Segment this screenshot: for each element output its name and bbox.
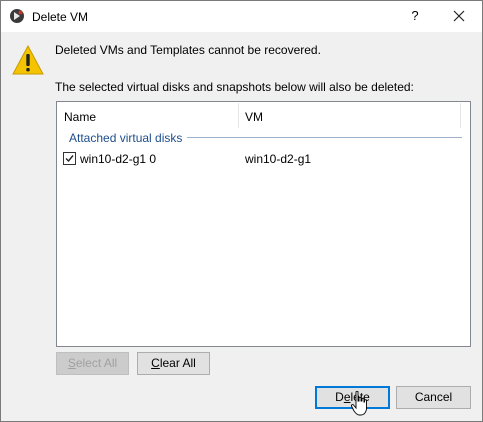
column-header-name[interactable]: Name: [64, 110, 96, 124]
virtual-disk-list[interactable]: Name VM Attached virtual disks win10-d2-…: [56, 101, 471, 347]
cancel-button[interactable]: Cancel: [396, 386, 471, 409]
app-icon: [10, 9, 24, 23]
group-divider: [187, 137, 462, 138]
clear-all-button[interactable]: Clear All: [137, 352, 210, 375]
group-label-attached-disks: Attached virtual disks: [69, 131, 183, 145]
list-item[interactable]: win10-d2-g1 0 win10-d2-g1: [57, 149, 470, 169]
warning-icon: [12, 45, 44, 75]
column-divider[interactable]: [238, 103, 239, 128]
info-message: The selected virtual disks and snapshots…: [55, 80, 414, 94]
dialog-title: Delete VM: [32, 10, 89, 24]
mouse-cursor-icon: [351, 391, 367, 416]
select-all-button[interactable]: Select All: [56, 352, 129, 375]
list-header: Name VM: [57, 102, 470, 129]
disk-vm: win10-d2-g1: [245, 152, 312, 166]
warning-message: Deleted VMs and Templates cannot be reco…: [55, 43, 321, 57]
title-bar[interactable]: Delete VM ?: [1, 1, 482, 32]
disk-checkbox[interactable]: [63, 152, 76, 165]
help-button[interactable]: ?: [405, 6, 425, 26]
checkmark-icon: [65, 155, 74, 163]
column-divider[interactable]: [460, 103, 461, 128]
disk-name: win10-d2-g1 0: [80, 152, 157, 166]
close-icon[interactable]: [449, 6, 469, 26]
column-header-vm[interactable]: VM: [245, 110, 263, 124]
delete-vm-dialog: Delete VM ? Deleted VMs and Templates ca…: [0, 0, 483, 422]
